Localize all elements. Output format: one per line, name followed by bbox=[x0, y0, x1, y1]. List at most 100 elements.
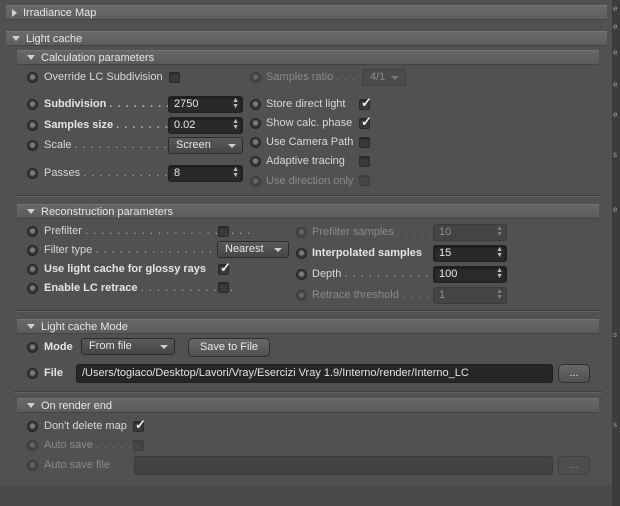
passes-label: Passes . . . . . . . . . . . . bbox=[44, 167, 177, 179]
prefilter-checkbox[interactable] bbox=[218, 226, 229, 237]
subsection-title: On render end bbox=[41, 400, 112, 412]
stepper-icon[interactable]: ▲ ▼ bbox=[232, 118, 239, 131]
subdivision-label: Subdivision . . . . . . . . . bbox=[44, 98, 179, 110]
auto-save-label: Auto save . . . . . . bbox=[44, 439, 141, 451]
subdivision-animate-radio[interactable] bbox=[27, 99, 38, 110]
chevron-down-icon bbox=[160, 345, 168, 349]
use-direction-only-checkbox[interactable] bbox=[359, 175, 370, 186]
passes-animate-radio[interactable] bbox=[27, 168, 38, 179]
stepper-icon[interactable]: ▲ ▼ bbox=[232, 166, 239, 179]
use-camera-path-label: Use Camera Path bbox=[266, 136, 354, 148]
stepper-icon[interactable]: ▲ ▼ bbox=[496, 225, 503, 238]
subsection-title: Calculation parameters bbox=[41, 52, 155, 64]
samples-size-input[interactable]: 0.02 ▲ ▼ bbox=[168, 117, 243, 134]
divider bbox=[14, 195, 602, 197]
depth-animate-radio[interactable] bbox=[296, 269, 307, 280]
store-direct-light-animate-radio[interactable] bbox=[250, 99, 261, 110]
scale-dropdown[interactable]: Screen bbox=[168, 137, 243, 154]
enable-lc-retrace-checkbox[interactable] bbox=[218, 282, 229, 293]
filter-type-animate-radio[interactable] bbox=[27, 245, 38, 256]
adjacent-panel-edge: e e e e e s e s s bbox=[612, 0, 620, 506]
dont-delete-map-label: Don't delete map bbox=[44, 420, 127, 432]
override-lc-animate-radio[interactable] bbox=[27, 72, 38, 83]
scale-label: Scale . . . . . . . . . . . . . bbox=[44, 139, 176, 151]
retrace-threshold-animate-radio[interactable] bbox=[296, 290, 307, 301]
subsection-calculation-parameters[interactable]: Calculation parameters bbox=[17, 50, 599, 65]
collapse-arrow-icon bbox=[27, 55, 35, 61]
passes-input[interactable]: 8 ▲ ▼ bbox=[168, 165, 243, 182]
store-direct-light-checkbox[interactable]: ✓ bbox=[359, 95, 372, 110]
dont-delete-map-animate-radio[interactable] bbox=[27, 421, 38, 432]
divider bbox=[14, 310, 602, 312]
scale-animate-radio[interactable] bbox=[27, 140, 38, 151]
prefilter-animate-radio[interactable] bbox=[27, 226, 38, 237]
use-direction-only-animate-radio[interactable] bbox=[250, 176, 261, 187]
dont-delete-map-checkbox[interactable]: ✓ bbox=[133, 418, 146, 432]
save-to-file-button[interactable]: Save to File bbox=[188, 338, 270, 357]
edge-text: e bbox=[613, 80, 618, 89]
browse-file-button[interactable]: ... bbox=[558, 364, 590, 383]
samples-ratio-dropdown[interactable]: 4/1 bbox=[362, 69, 406, 86]
auto-save-file-path-field[interactable] bbox=[134, 456, 553, 475]
show-calc-phase-label: Show calc. phase bbox=[266, 117, 353, 129]
interpolated-samples-animate-radio[interactable] bbox=[296, 248, 307, 259]
subsection-title: Light cache Mode bbox=[41, 321, 128, 333]
browse-auto-save-button[interactable]: ... bbox=[558, 456, 590, 475]
store-direct-light-label: Store direct light bbox=[266, 98, 346, 110]
stepper-icon[interactable]: ▲ ▼ bbox=[496, 267, 503, 280]
stepper-icon[interactable]: ▲ ▼ bbox=[232, 97, 239, 110]
subsection-title: Reconstruction parameters bbox=[41, 206, 174, 218]
edge-text: e bbox=[613, 110, 618, 119]
stepper-icon[interactable]: ▲ ▼ bbox=[496, 246, 503, 259]
checkmark-icon: ✓ bbox=[361, 95, 372, 110]
expand-arrow-icon bbox=[12, 8, 17, 17]
mode-animate-radio[interactable] bbox=[27, 342, 38, 353]
section-irradiance-map[interactable]: Irradiance Map bbox=[6, 5, 607, 20]
prefilter-samples-label: Prefilter samples . . . . . . bbox=[312, 226, 442, 238]
chevron-down-icon bbox=[228, 144, 236, 148]
retrace-threshold-input[interactable]: 1 ▲ ▼ bbox=[433, 287, 507, 304]
interpolated-samples-label: Interpolated samples bbox=[312, 247, 423, 259]
collapse-arrow-icon bbox=[27, 209, 35, 215]
subdivision-input[interactable]: 2750 ▲ ▼ bbox=[168, 96, 243, 113]
edge-text: e bbox=[613, 22, 618, 31]
use-camera-path-animate-radio[interactable] bbox=[250, 137, 261, 148]
use-light-cache-glossy-checkbox[interactable]: ✓ bbox=[218, 261, 231, 275]
divider bbox=[14, 391, 602, 393]
use-light-cache-glossy-label: Use light cache for glossy rays bbox=[44, 263, 207, 275]
show-calc-phase-animate-radio[interactable] bbox=[250, 118, 261, 129]
mode-dropdown[interactable]: From file bbox=[81, 338, 175, 355]
use-direction-only-label: Use direction only bbox=[266, 175, 354, 187]
show-calc-phase-checkbox[interactable]: ✓ bbox=[359, 115, 372, 129]
panel-footer bbox=[0, 486, 612, 506]
auto-save-file-animate-radio[interactable] bbox=[27, 460, 38, 471]
enable-lc-retrace-label: Enable LC retrace . . . . . . . . . . . … bbox=[44, 282, 234, 294]
subsection-on-render-end[interactable]: On render end bbox=[17, 398, 599, 413]
glossy-rays-animate-radio[interactable] bbox=[27, 264, 38, 275]
override-lc-subdivision-checkbox[interactable] bbox=[169, 72, 180, 83]
samples-size-animate-radio[interactable] bbox=[27, 120, 38, 131]
file-animate-radio[interactable] bbox=[27, 368, 38, 379]
collapse-arrow-icon bbox=[27, 403, 35, 409]
stepper-icon[interactable]: ▲ ▼ bbox=[496, 288, 503, 301]
subsection-light-cache-mode[interactable]: Light cache Mode bbox=[17, 319, 599, 334]
edge-text: e bbox=[613, 205, 618, 214]
lc-retrace-animate-radio[interactable] bbox=[27, 283, 38, 294]
samples-ratio-label: Samples ratio . . . . bbox=[266, 71, 365, 83]
depth-input[interactable]: 100 ▲ ▼ bbox=[433, 266, 507, 283]
section-light-cache[interactable]: Light cache bbox=[6, 31, 607, 46]
adaptive-tracing-label: Adaptive tracing bbox=[266, 155, 345, 167]
prefilter-samples-input[interactable]: 10 ▲ ▼ bbox=[433, 224, 507, 241]
prefilter-samples-animate-radio[interactable] bbox=[296, 227, 307, 238]
adaptive-tracing-animate-radio[interactable] bbox=[250, 156, 261, 167]
auto-save-animate-radio[interactable] bbox=[27, 440, 38, 451]
samples-ratio-animate-radio[interactable] bbox=[250, 72, 261, 83]
use-camera-path-checkbox[interactable] bbox=[359, 137, 370, 148]
retrace-threshold-label: Retrace threshold . . . . . bbox=[312, 289, 439, 301]
filter-type-dropdown[interactable]: Nearest bbox=[217, 241, 289, 258]
adaptive-tracing-checkbox[interactable] bbox=[359, 156, 370, 167]
file-path-field[interactable]: /Users/togiaco/Desktop/Lavori/Vray/Eserc… bbox=[76, 364, 553, 383]
auto-save-checkbox[interactable] bbox=[133, 440, 144, 451]
interpolated-samples-input[interactable]: 15 ▲ ▼ bbox=[433, 245, 507, 262]
subsection-reconstruction-parameters[interactable]: Reconstruction parameters bbox=[17, 204, 599, 219]
